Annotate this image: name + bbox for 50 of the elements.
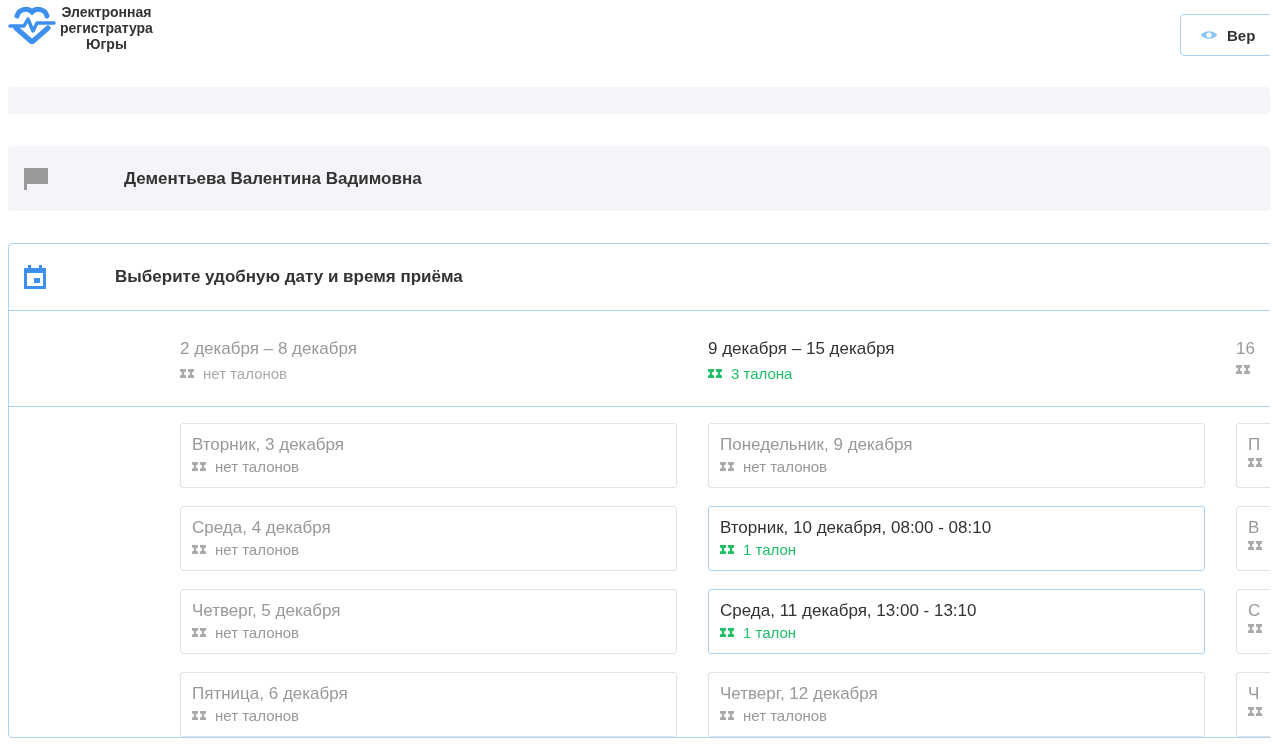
week-range[interactable]: 2 декабря – 8 декабря bbox=[180, 339, 677, 359]
day-slot[interactable]: Понедельник, 9 декабря нет талонов bbox=[708, 423, 1205, 488]
eye-icon bbox=[1201, 30, 1217, 40]
day-slot[interactable]: Среда, 11 декабря, 13:00 - 13:10 1 талон bbox=[708, 589, 1205, 654]
day-slot[interactable]: Пятница, 6 декабря нет талонов bbox=[180, 672, 677, 737]
day-slot[interactable]: Вторник, 3 декабря нет талонов bbox=[180, 423, 677, 488]
week-range[interactable]: 16 bbox=[1236, 339, 1270, 359]
ticket-icon bbox=[192, 545, 206, 554]
ticket-count: нет талонов bbox=[215, 624, 300, 641]
ticket-icon bbox=[1248, 707, 1262, 716]
ticket-icon bbox=[192, 711, 206, 720]
day-slot[interactable]: Вторник, 10 декабря, 08:00 - 08:10 1 талон bbox=[708, 506, 1205, 571]
ticket-count: нет талонов bbox=[203, 365, 288, 382]
ticket-count: нет талонов bbox=[215, 541, 300, 558]
logo-text: регистратура bbox=[60, 20, 153, 36]
day-slot[interactable]: В bbox=[1236, 506, 1270, 571]
logo-text: Югры bbox=[86, 36, 127, 52]
ticket-icon bbox=[1248, 541, 1262, 550]
ticket-count: 1 талон bbox=[743, 541, 797, 558]
ticket-icon bbox=[180, 369, 194, 378]
flag-icon bbox=[24, 167, 48, 190]
ticket-count: 3 талона bbox=[731, 365, 793, 382]
ticket-icon bbox=[1248, 458, 1262, 467]
ticket-count: нет талонов bbox=[215, 707, 300, 724]
ticket-icon bbox=[1248, 624, 1262, 633]
ticket-icon bbox=[192, 628, 206, 637]
ticket-icon bbox=[720, 545, 734, 554]
day-slot[interactable]: Ч bbox=[1236, 672, 1270, 737]
calendar-icon bbox=[24, 265, 46, 289]
day-slot[interactable]: С bbox=[1236, 589, 1270, 654]
day-slot[interactable]: Четверг, 5 декабря нет талонов bbox=[180, 589, 677, 654]
doctor-name: Дементьева Валентина Вадимовна bbox=[124, 168, 422, 189]
ticket-icon bbox=[708, 369, 722, 378]
ticket-icon bbox=[720, 711, 734, 720]
ticket-count: нет талонов bbox=[743, 458, 828, 475]
ticket-icon bbox=[720, 628, 734, 637]
logo-text: Электронная bbox=[61, 4, 152, 20]
day-slot[interactable]: Четверг, 12 декабря нет талонов bbox=[708, 672, 1205, 737]
ticket-icon bbox=[720, 462, 734, 471]
ticket-count: нет талонов bbox=[215, 458, 300, 475]
day-slot[interactable]: П bbox=[1236, 423, 1270, 488]
ticket-icon bbox=[192, 462, 206, 471]
version-button[interactable]: Вер bbox=[1180, 14, 1270, 56]
ticket-count: нет талонов bbox=[743, 707, 828, 724]
ticket-icon bbox=[1236, 365, 1250, 374]
week-range[interactable]: 9 декабря – 15 декабря bbox=[708, 339, 1205, 359]
heart-pulse-logo-icon bbox=[8, 4, 56, 44]
calendar-title: Выберите удобную дату и время приёма bbox=[115, 267, 463, 287]
ticket-count: 1 талон bbox=[743, 624, 797, 641]
day-slot[interactable]: Среда, 4 декабря нет талонов bbox=[180, 506, 677, 571]
